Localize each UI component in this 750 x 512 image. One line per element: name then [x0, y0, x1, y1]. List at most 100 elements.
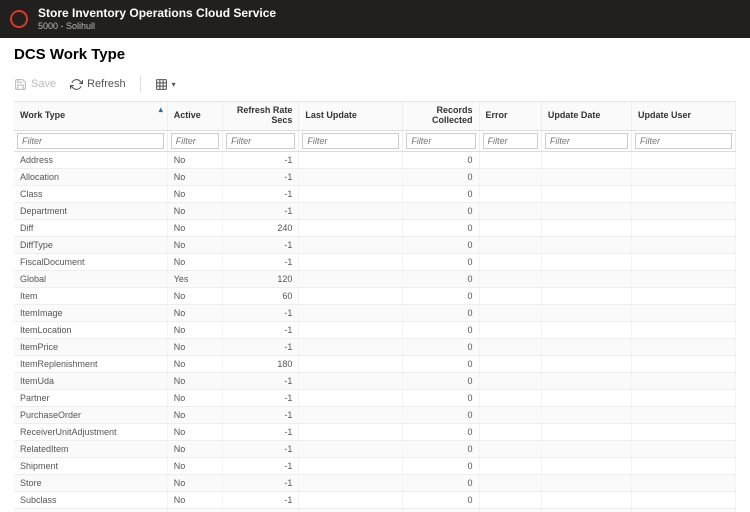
cell-active: No	[167, 202, 222, 219]
table-row[interactable]: RelatedItemNo-10	[14, 440, 736, 457]
cell-active: No	[167, 219, 222, 236]
filter-update-date[interactable]	[545, 133, 628, 149]
table-row[interactable]: SupplierNo-10	[14, 508, 736, 512]
table-row[interactable]: SubclassNo-10	[14, 491, 736, 508]
cell-work-type: Diff	[14, 219, 167, 236]
col-records[interactable]: Records Collected	[403, 102, 479, 130]
table-row[interactable]: ItemUdaNo-10	[14, 372, 736, 389]
col-work-type[interactable]: Work Type▴	[14, 102, 167, 130]
cell-records: 0	[403, 355, 479, 372]
cell-active: No	[167, 491, 222, 508]
cell-records: 0	[403, 491, 479, 508]
cell-work-type: ItemUda	[14, 372, 167, 389]
cell-records: 0	[403, 457, 479, 474]
col-last-update[interactable]: Last Update	[299, 102, 403, 130]
cell-update-user	[631, 423, 735, 440]
cell-error	[479, 491, 541, 508]
filter-update-user[interactable]	[635, 133, 732, 149]
table-row[interactable]: ItemPriceNo-10	[14, 338, 736, 355]
col-active[interactable]: Active	[167, 102, 222, 130]
table-row[interactable]: ItemNo600	[14, 287, 736, 304]
table-row[interactable]: DepartmentNo-10	[14, 202, 736, 219]
cell-refresh-rate: 180	[223, 355, 299, 372]
table-row[interactable]: DiffTypeNo-10	[14, 236, 736, 253]
save-button[interactable]: Save	[14, 78, 56, 91]
filter-error[interactable]	[483, 133, 538, 149]
table-row[interactable]: PurchaseOrderNo-10	[14, 406, 736, 423]
cell-error	[479, 457, 541, 474]
cell-records: 0	[403, 440, 479, 457]
table-row[interactable]: ItemLocationNo-10	[14, 321, 736, 338]
filter-work-type[interactable]	[17, 133, 164, 149]
col-refresh-rate[interactable]: Refresh Rate Secs	[223, 102, 299, 130]
cell-refresh-rate: -1	[223, 440, 299, 457]
table-row[interactable]: ReceiverUnitAdjustmentNo-10	[14, 423, 736, 440]
toolbar: Save Refresh ▾	[14, 71, 736, 101]
cell-last-update	[299, 168, 403, 185]
cell-last-update	[299, 440, 403, 457]
filter-records[interactable]	[406, 133, 475, 149]
cell-work-type: Shipment	[14, 457, 167, 474]
table-row[interactable]: PartnerNo-10	[14, 389, 736, 406]
cell-active: No	[167, 406, 222, 423]
page-title: DCS Work Type	[14, 46, 736, 63]
table-row[interactable]: ItemImageNo-10	[14, 304, 736, 321]
cell-update-user	[631, 236, 735, 253]
cell-work-type: ItemReplenishment	[14, 355, 167, 372]
cell-active: No	[167, 423, 222, 440]
cell-error	[479, 508, 541, 512]
save-icon	[14, 78, 27, 91]
refresh-button[interactable]: Refresh	[70, 78, 126, 91]
cell-error	[479, 168, 541, 185]
cell-error	[479, 304, 541, 321]
cell-update-user	[631, 253, 735, 270]
cell-refresh-rate: -1	[223, 236, 299, 253]
table-row[interactable]: DiffNo2400	[14, 219, 736, 236]
cell-error	[479, 440, 541, 457]
table-row[interactable]: FiscalDocumentNo-10	[14, 253, 736, 270]
cell-last-update	[299, 491, 403, 508]
cell-update-user	[631, 304, 735, 321]
cell-last-update	[299, 338, 403, 355]
data-grid[interactable]: Work Type▴ Active Refresh Rate Secs Last…	[14, 101, 736, 512]
col-update-user[interactable]: Update User	[631, 102, 735, 130]
cell-refresh-rate: -1	[223, 491, 299, 508]
cell-update-date	[541, 202, 631, 219]
cell-update-user	[631, 270, 735, 287]
cell-records: 0	[403, 185, 479, 202]
cell-active: No	[167, 151, 222, 168]
cell-update-date	[541, 372, 631, 389]
cell-work-type: ItemPrice	[14, 338, 167, 355]
cell-work-type: Global	[14, 270, 167, 287]
table-view-button[interactable]: ▾	[155, 78, 176, 91]
filter-row	[14, 130, 736, 151]
cell-last-update	[299, 151, 403, 168]
cell-active: No	[167, 168, 222, 185]
filter-last-update[interactable]	[302, 133, 399, 149]
cell-update-user	[631, 287, 735, 304]
cell-records: 0	[403, 253, 479, 270]
cell-error	[479, 202, 541, 219]
cell-refresh-rate: -1	[223, 474, 299, 491]
table-row[interactable]: ItemReplenishmentNo1800	[14, 355, 736, 372]
table-row[interactable]: AllocationNo-10	[14, 168, 736, 185]
cell-update-user	[631, 219, 735, 236]
filter-active[interactable]	[171, 133, 219, 149]
table-row[interactable]: StoreNo-10	[14, 474, 736, 491]
col-error[interactable]: Error	[479, 102, 541, 130]
cell-active: No	[167, 440, 222, 457]
cell-update-date	[541, 270, 631, 287]
table-row[interactable]: ShipmentNo-10	[14, 457, 736, 474]
table-row[interactable]: AddressNo-10	[14, 151, 736, 168]
cell-update-date	[541, 253, 631, 270]
table-row[interactable]: ClassNo-10	[14, 185, 736, 202]
cell-refresh-rate: -1	[223, 321, 299, 338]
table-row[interactable]: GlobalYes1200	[14, 270, 736, 287]
cell-update-date	[541, 236, 631, 253]
cell-update-date	[541, 321, 631, 338]
cell-update-user	[631, 508, 735, 512]
cell-work-type: Supplier	[14, 508, 167, 512]
filter-refresh-rate[interactable]	[226, 133, 295, 149]
cell-last-update	[299, 270, 403, 287]
col-update-date[interactable]: Update Date	[541, 102, 631, 130]
